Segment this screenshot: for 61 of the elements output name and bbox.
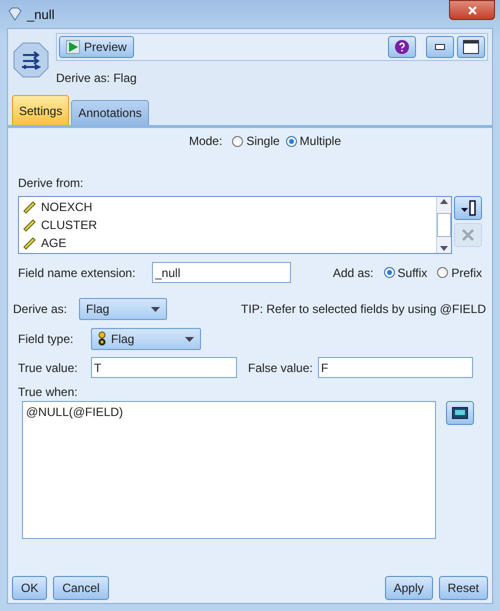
node-subtitle: Derive as: Flag xyxy=(56,71,138,85)
tip-text: TIP: Refer to selected fields by using @FIELD xyxy=(241,302,486,316)
ruler-icon xyxy=(23,218,37,232)
radio-circle[interactable] xyxy=(437,267,448,278)
app-icon xyxy=(7,6,23,22)
ruler-icon xyxy=(23,200,37,214)
scroll-up-icon[interactable] xyxy=(440,199,448,204)
preview-button[interactable]: Preview xyxy=(59,36,134,58)
list-item[interactable]: NOEXCH xyxy=(23,199,432,216)
minimize-icon xyxy=(435,44,445,50)
flag-type-icon xyxy=(98,331,106,347)
dialog-button[interactable]: Apply xyxy=(384,576,433,600)
ruler-icon xyxy=(23,236,37,250)
play-icon xyxy=(66,40,80,54)
radio-option[interactable]: Single xyxy=(232,134,280,148)
help-button[interactable] xyxy=(388,36,416,58)
extension-field[interactable]: _null xyxy=(152,262,291,283)
help-icon xyxy=(395,40,409,54)
radio-option[interactable]: Prefix xyxy=(437,266,482,280)
field-label: Derive from: xyxy=(18,176,84,190)
maximize-button[interactable] xyxy=(457,36,485,58)
radio-option[interactable]: Multiple xyxy=(286,134,342,148)
scrollbar[interactable] xyxy=(436,197,451,253)
true-value-field[interactable]: T xyxy=(91,357,237,378)
close-icon xyxy=(468,6,476,14)
close-button[interactable] xyxy=(449,0,495,20)
maximize-icon xyxy=(463,40,479,54)
field-label: False value: xyxy=(248,360,314,374)
radio-circle[interactable] xyxy=(384,267,395,278)
field-label: Derive as: xyxy=(13,302,68,316)
false-value-field[interactable]: F xyxy=(318,357,473,378)
field-label: Field type: xyxy=(18,332,74,346)
radio-circle[interactable] xyxy=(286,136,297,146)
tab[interactable]: Annotations xyxy=(71,100,149,125)
minimize-button[interactable] xyxy=(426,36,454,58)
field-picker-button[interactable] xyxy=(454,196,482,220)
scroll-down-icon[interactable] xyxy=(440,246,448,251)
derive-as-dropdown[interactable]: Flag xyxy=(79,298,167,320)
node-icon xyxy=(12,41,50,79)
caret-icon xyxy=(185,336,194,342)
field-label: Add as: xyxy=(332,266,374,280)
window-title: _null xyxy=(27,6,54,22)
field-type-dropdown[interactable]: Flag xyxy=(91,328,201,350)
expression-builder-button[interactable] xyxy=(446,401,474,425)
field-list[interactable]: NOEXCH CLUSTER AGE xyxy=(18,196,452,254)
field-label: Mode: xyxy=(188,134,222,148)
field-label: True when: xyxy=(18,385,79,399)
dialog-button[interactable]: Reset xyxy=(438,576,488,600)
caret-icon xyxy=(151,306,160,312)
dialog-button[interactable]: Cancel xyxy=(53,576,109,600)
field-label: Field name extension: xyxy=(18,266,136,280)
radio-option[interactable]: Suffix xyxy=(384,266,428,280)
dialog-button[interactable]: OK xyxy=(12,576,48,600)
field-label: True value: xyxy=(18,360,79,374)
remove-icon xyxy=(462,229,474,241)
tab[interactable]: Settings xyxy=(12,95,70,125)
list-item[interactable]: AGE xyxy=(23,234,432,252)
field-picker-icon xyxy=(459,200,477,216)
expression-field[interactable]: @NULL(@FIELD) xyxy=(22,401,436,539)
list-item[interactable]: CLUSTER xyxy=(23,216,432,234)
radio-circle[interactable] xyxy=(232,136,244,146)
